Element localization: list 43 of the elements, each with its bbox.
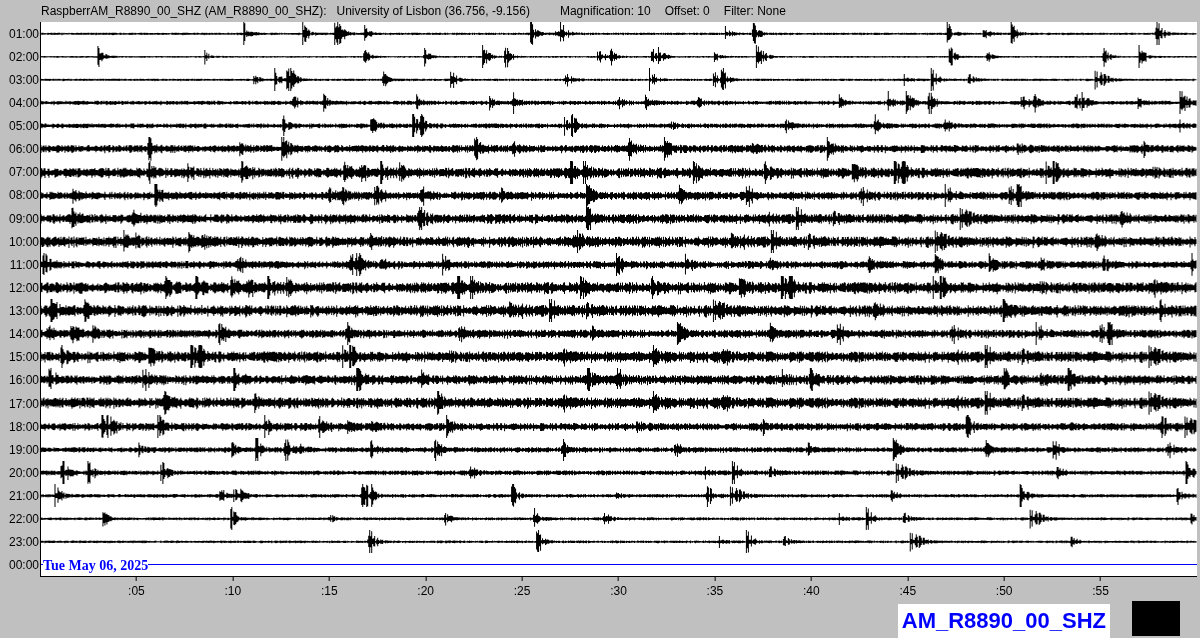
hour-label: 07:00 [8, 166, 39, 179]
time-tick-label: :20 [417, 585, 434, 598]
location-text: University of Lisbon (36.756, -9.156) [336, 3, 530, 20]
hour-label: 04:00 [8, 96, 39, 109]
hour-label: 23:00 [8, 536, 39, 549]
hour-label: 14:00 [8, 328, 39, 341]
hour-label: 15:00 [8, 351, 39, 364]
hour-label: 13:00 [8, 305, 39, 318]
hour-label: 08:00 [8, 189, 39, 202]
time-tick-label: :30 [610, 585, 627, 598]
time-tick-label: :25 [513, 585, 531, 598]
time-tick-label: :10 [224, 585, 242, 598]
hour-label: 02:00 [8, 50, 39, 63]
hour-label: 16:00 [8, 374, 39, 387]
status-square [1132, 601, 1180, 636]
hour-label: 10:00 [8, 235, 39, 248]
hour-label: 05:00 [8, 120, 39, 133]
time-tick-label: :05 [128, 585, 145, 598]
date-label: Tue May 06, 2025 [43, 559, 149, 574]
offset-text: Offset: 0 [664, 3, 710, 20]
hour-label: 19:00 [8, 443, 39, 456]
hour-label: 22:00 [8, 513, 39, 526]
hour-label: 01:00 [8, 27, 39, 40]
time-tick-label: :45 [899, 585, 917, 598]
filter-text: Filter: None [723, 3, 786, 20]
hour-label: 00:00 [8, 559, 39, 572]
hour-label: 18:00 [8, 420, 39, 433]
time-tick-label: :40 [803, 585, 820, 598]
hour-label: 06:00 [8, 143, 39, 156]
hour-label: 20:00 [8, 466, 39, 479]
hour-label: 17:00 [8, 397, 39, 410]
station-badge: AM_R8890_00_SHZ [897, 604, 1110, 638]
time-tick-label: :35 [706, 585, 724, 598]
hour-label: 09:00 [8, 212, 39, 225]
hour-label: 12:00 [8, 281, 39, 294]
hour-label: 11:00 [9, 258, 39, 271]
hour-label: 21:00 [8, 490, 39, 503]
station-title: RaspberrAM_R8890_00_SHZ (AM_R8890_00_SHZ): [41, 3, 327, 20]
hour-label: 03:00 [8, 73, 39, 86]
time-tick-label: :50 [995, 585, 1013, 598]
time-tick-label: :15 [320, 585, 338, 598]
time-tick-label: :55 [1092, 585, 1109, 598]
magnification-text: Magnification: 10 [559, 3, 651, 20]
